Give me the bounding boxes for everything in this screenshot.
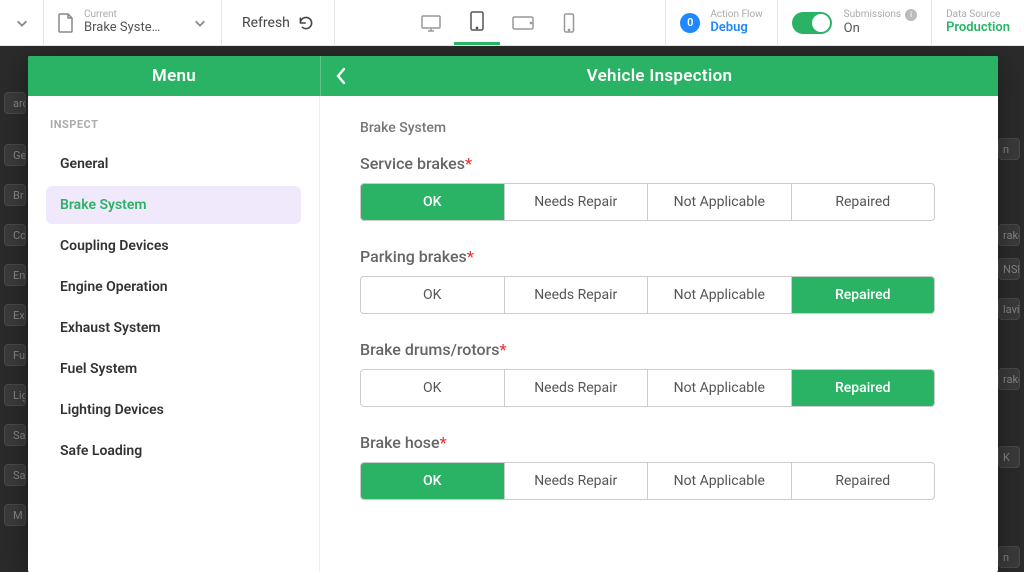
page-title: Vehicle Inspection [587, 66, 733, 86]
segmented-control: OKNeeds RepairNot ApplicableRepaired [360, 183, 935, 221]
top-toolbar: Current Brake Syste… Refresh 0 Action Fl… [0, 0, 1024, 46]
sidebar-item-exhaust-system[interactable]: Exhaust System [46, 309, 301, 347]
data-source-section[interactable]: Data Source Production [932, 0, 1024, 45]
bg-chip: Co [4, 224, 26, 246]
current-value: Brake Syste… [84, 20, 160, 36]
field-service-brakes: Service brakes* OKNeeds RepairNot Applica… [360, 154, 958, 221]
monitor-icon [420, 14, 442, 32]
bg-chip: M [4, 504, 26, 526]
field-label: Brake drums/rotors* [360, 340, 958, 359]
option-ok[interactable]: OK [361, 463, 504, 499]
bg-chip: Sa [4, 424, 26, 446]
bg-chip: arch [4, 92, 26, 114]
action-flow-label: Action Flow [710, 9, 762, 20]
option-needs-repair[interactable]: Needs Repair [504, 277, 648, 313]
field-label: Service brakes* [360, 154, 958, 173]
content-heading: Brake System [360, 120, 958, 136]
bg-chip: NSPE [998, 258, 1020, 280]
sidebar-item-safe-loading[interactable]: Safe Loading [46, 432, 301, 470]
submissions-label: Submissionsi [844, 9, 917, 21]
bg-chip: Sa [4, 464, 26, 486]
bg-chip: Ex [4, 304, 26, 326]
field-label: Parking brakes* [360, 247, 958, 266]
segmented-control: OKNeeds RepairNot ApplicableRepaired [360, 369, 935, 407]
device-phone-button[interactable] [546, 0, 592, 45]
chevron-down-icon [15, 16, 29, 30]
field-label: Brake hose* [360, 433, 958, 452]
action-flow-badge: 0 [680, 13, 700, 33]
bg-chip: K [998, 446, 1020, 468]
option-not-applicable[interactable]: Not Applicable [647, 184, 791, 220]
bg-chip: En [4, 264, 26, 286]
back-icon[interactable] [335, 67, 347, 85]
menu-title: Menu [28, 56, 320, 96]
submissions-toggle[interactable] [792, 12, 832, 34]
segmented-control: OKNeeds RepairNot ApplicableRepaired [360, 276, 935, 314]
option-needs-repair[interactable]: Needs Repair [504, 370, 648, 406]
device-tablet-landscape-button[interactable] [500, 0, 546, 45]
preview-window: Menu Vehicle Inspection INSPECT GeneralB… [28, 56, 998, 572]
option-ok[interactable]: OK [361, 184, 504, 220]
refresh-icon [298, 15, 314, 31]
data-source-value: Production [946, 20, 1010, 36]
device-tablet-portrait-button[interactable] [454, 0, 500, 45]
action-flow-section[interactable]: 0 Action Flow Debug [666, 0, 777, 45]
submissions-value: On [844, 21, 917, 37]
option-needs-repair[interactable]: Needs Repair [504, 184, 648, 220]
option-ok[interactable]: OK [361, 370, 504, 406]
refresh-button[interactable]: Refresh [222, 0, 335, 45]
segmented-control: OKNeeds RepairNot ApplicableRepaired [360, 462, 935, 500]
content-area: Brake System Service brakes*OKNeeds Repa… [320, 96, 998, 572]
option-not-applicable[interactable]: Not Applicable [647, 463, 791, 499]
sidebar-section-label: INSPECT [50, 118, 297, 131]
tablet-portrait-icon [469, 11, 485, 31]
bg-chip: Br [4, 184, 26, 206]
tablet-landscape-icon [512, 15, 534, 31]
action-flow-value: Debug [710, 20, 762, 36]
info-icon: i [905, 9, 917, 21]
sidebar-item-engine-operation[interactable]: Engine Operation [46, 268, 301, 306]
sidebar-item-brake-system[interactable]: Brake System [46, 186, 301, 224]
option-repaired[interactable]: Repaired [791, 277, 935, 313]
chevron-down-icon [193, 16, 207, 30]
bg-chip: rake [998, 368, 1020, 390]
sidebar-item-fuel-system[interactable]: Fuel System [46, 350, 301, 388]
option-ok[interactable]: OK [361, 277, 504, 313]
refresh-label: Refresh [242, 15, 290, 31]
current-screen-selector[interactable]: Current Brake Syste… [44, 0, 222, 45]
preview-header: Menu Vehicle Inspection [28, 56, 998, 96]
bg-chip: lavig [998, 298, 1020, 320]
sidebar-item-lighting-devices[interactable]: Lighting Devices [46, 391, 301, 429]
device-desktop-button[interactable] [408, 0, 454, 45]
current-label: Current [84, 9, 160, 20]
bg-chip: Ge [4, 144, 26, 166]
phone-icon [563, 13, 575, 33]
bg-chip: n [998, 138, 1020, 160]
option-not-applicable[interactable]: Not Applicable [647, 277, 791, 313]
bg-chip: n [998, 546, 1020, 568]
sidebar-item-general[interactable]: General [46, 145, 301, 183]
document-icon [58, 13, 74, 33]
option-repaired[interactable]: Repaired [791, 184, 935, 220]
sidebar-item-coupling-devices[interactable]: Coupling Devices [46, 227, 301, 265]
bg-chip: Fu [4, 344, 26, 366]
option-not-applicable[interactable]: Not Applicable [647, 370, 791, 406]
option-repaired[interactable]: Repaired [791, 463, 935, 499]
option-needs-repair[interactable]: Needs Repair [504, 463, 648, 499]
field-brake-hose: Brake hose* OKNeeds RepairNot ApplicableR… [360, 433, 958, 500]
bg-chip: Lig [4, 384, 26, 406]
nav-prev-button[interactable] [0, 0, 44, 45]
field-brake-drums-rotors: Brake drums/rotors* OKNeeds RepairNot App… [360, 340, 958, 407]
submissions-section: Submissionsi On [778, 0, 932, 45]
sidebar: INSPECT GeneralBrake SystemCoupling Devi… [28, 96, 320, 572]
option-repaired[interactable]: Repaired [791, 370, 935, 406]
data-source-label: Data Source [946, 9, 1010, 20]
field-parking-brakes: Parking brakes* OKNeeds RepairNot Applica… [360, 247, 958, 314]
bg-chip: rake [998, 224, 1020, 246]
